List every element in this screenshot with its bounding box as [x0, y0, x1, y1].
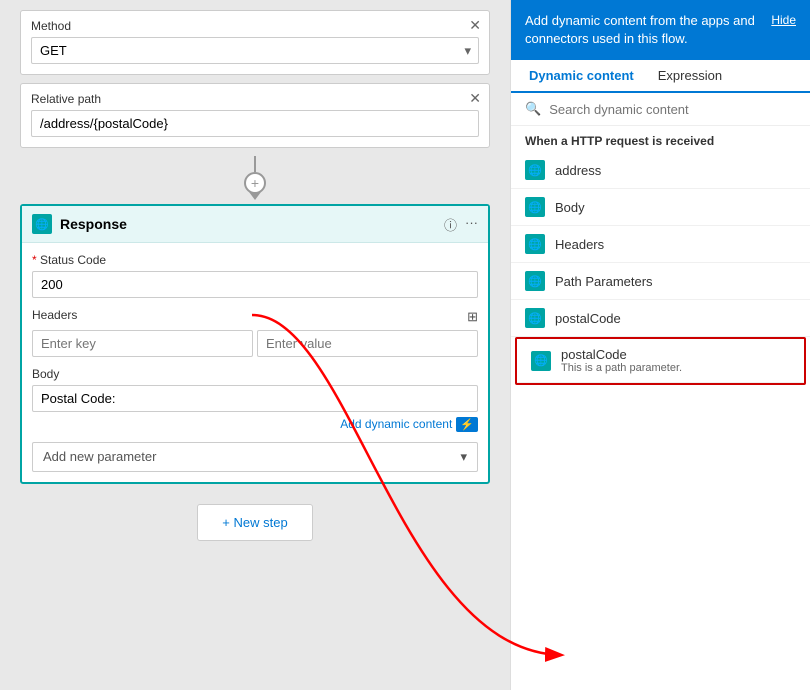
- add-dynamic-link[interactable]: Add dynamic content ⚡: [32, 416, 478, 432]
- response-header-actions: ⓘ ···: [444, 215, 478, 234]
- method-select[interactable]: GET: [31, 37, 479, 64]
- rp-item-text-5: postalCode This is a path parameter.: [561, 347, 682, 374]
- relpath-card: Relative path ✕: [20, 83, 490, 148]
- body-input-wrapper: [32, 385, 478, 412]
- rp-item-label-3: Path Parameters: [555, 274, 653, 289]
- tab-dynamic-content[interactable]: Dynamic content: [525, 60, 638, 93]
- globe-icon-0: 🌐: [528, 164, 542, 177]
- globe-icon-1: 🌐: [528, 201, 542, 214]
- search-icon: 🔍: [525, 101, 541, 117]
- rp-item-label-4: postalCode: [555, 311, 621, 326]
- rp-search-bar: 🔍: [511, 93, 810, 126]
- headers-icon[interactable]: ⊞: [467, 309, 478, 325]
- globe-icon-5: 🌐: [534, 354, 548, 367]
- headers-value-input[interactable]: [257, 330, 478, 357]
- rp-item-icon-1: 🌐: [525, 197, 545, 217]
- rp-tabs: Dynamic content Expression: [511, 60, 810, 93]
- headers-key-input[interactable]: [32, 330, 253, 357]
- right-panel: Add dynamic content from the apps and co…: [510, 0, 810, 690]
- tab-expression[interactable]: Expression: [654, 60, 726, 93]
- status-code-label: * Status Code: [32, 253, 478, 267]
- chevron-down-icon: ▾: [460, 449, 467, 465]
- required-asterisk: *: [32, 253, 37, 267]
- rp-item-icon-0: 🌐: [525, 160, 545, 180]
- add-param-row[interactable]: Add new parameter ▾: [32, 442, 478, 472]
- method-select-wrapper: GET ▾: [31, 37, 479, 64]
- body-input[interactable]: [32, 385, 478, 412]
- add-step-button[interactable]: +: [244, 172, 266, 194]
- rp-item-3[interactable]: 🌐 Path Parameters: [511, 263, 810, 300]
- rp-item-5[interactable]: 🌐 postalCode This is a path parameter.: [517, 339, 804, 383]
- connector-line: [254, 156, 256, 172]
- globe-icon-3: 🌐: [528, 275, 542, 288]
- add-param-label: Add new parameter: [43, 449, 156, 464]
- info-icon[interactable]: ⓘ: [444, 215, 457, 234]
- rp-item-icon-3: 🌐: [525, 271, 545, 291]
- new-step-label: + New step: [222, 515, 287, 530]
- headers-inputs: [32, 330, 478, 357]
- rp-hide-button[interactable]: Hide: [771, 12, 796, 29]
- add-dynamic-anchor[interactable]: Add dynamic content ⚡: [340, 417, 478, 432]
- globe-icon-2: 🌐: [528, 238, 542, 251]
- response-title: Response: [60, 216, 436, 232]
- relpath-close-button[interactable]: ✕: [469, 90, 481, 107]
- method-label: Method: [31, 19, 479, 33]
- rp-item-0[interactable]: 🌐 address: [511, 152, 810, 189]
- headers-row: Headers ⊞: [32, 308, 478, 326]
- rp-item-4[interactable]: 🌐 postalCode: [511, 300, 810, 337]
- rp-item-sub-5: This is a path parameter.: [561, 362, 682, 374]
- body-label: Body: [32, 367, 478, 381]
- rp-item-label-0: address: [555, 163, 601, 178]
- relpath-input[interactable]: [31, 110, 479, 137]
- more-options-icon[interactable]: ···: [465, 215, 478, 234]
- rp-item-label-2: Headers: [555, 237, 604, 252]
- response-header: 🌐 Response ⓘ ···: [22, 206, 488, 243]
- rp-header-text: Add dynamic content from the apps and co…: [525, 12, 761, 48]
- lightning-icon: ⚡: [456, 417, 478, 432]
- status-code-input[interactable]: [32, 271, 478, 298]
- search-input[interactable]: [549, 102, 796, 117]
- plus-icon: +: [251, 175, 259, 191]
- globe-icon: 🌐: [35, 218, 49, 231]
- add-dynamic-label: Add dynamic content: [340, 417, 452, 431]
- rp-item-highlighted-wrapper: 🌐 postalCode This is a path parameter.: [515, 337, 806, 385]
- rp-section-title: When a HTTP request is received: [511, 126, 810, 152]
- response-icon: 🌐: [32, 214, 52, 234]
- rp-item-icon-2: 🌐: [525, 234, 545, 254]
- step-connector: +: [20, 156, 490, 200]
- response-body: * Status Code Headers ⊞ Body Add dynamic…: [22, 243, 488, 482]
- rp-items-list: 🌐 address 🌐 Body 🌐 Headers 🌐 Path Parame…: [511, 152, 810, 690]
- rp-item-label-1: Body: [555, 200, 585, 215]
- response-card: 🌐 Response ⓘ ··· * Status Code Headers ⊞: [20, 204, 490, 484]
- relpath-label: Relative path: [31, 92, 479, 106]
- rp-item-2[interactable]: 🌐 Headers: [511, 226, 810, 263]
- headers-label: Headers: [32, 308, 77, 322]
- rp-item-1[interactable]: 🌐 Body: [511, 189, 810, 226]
- rp-item-label-5: postalCode: [561, 347, 682, 362]
- globe-icon-4: 🌐: [528, 312, 542, 325]
- new-step-button[interactable]: + New step: [197, 504, 312, 541]
- rp-item-icon-5: 🌐: [531, 351, 551, 371]
- rp-header: Add dynamic content from the apps and co…: [511, 0, 810, 60]
- method-card: Method ✕ GET ▾: [20, 10, 490, 75]
- method-close-button[interactable]: ✕: [469, 17, 481, 34]
- new-step-container: + New step: [20, 504, 490, 541]
- connector-arrow: [249, 192, 261, 200]
- rp-item-icon-4: 🌐: [525, 308, 545, 328]
